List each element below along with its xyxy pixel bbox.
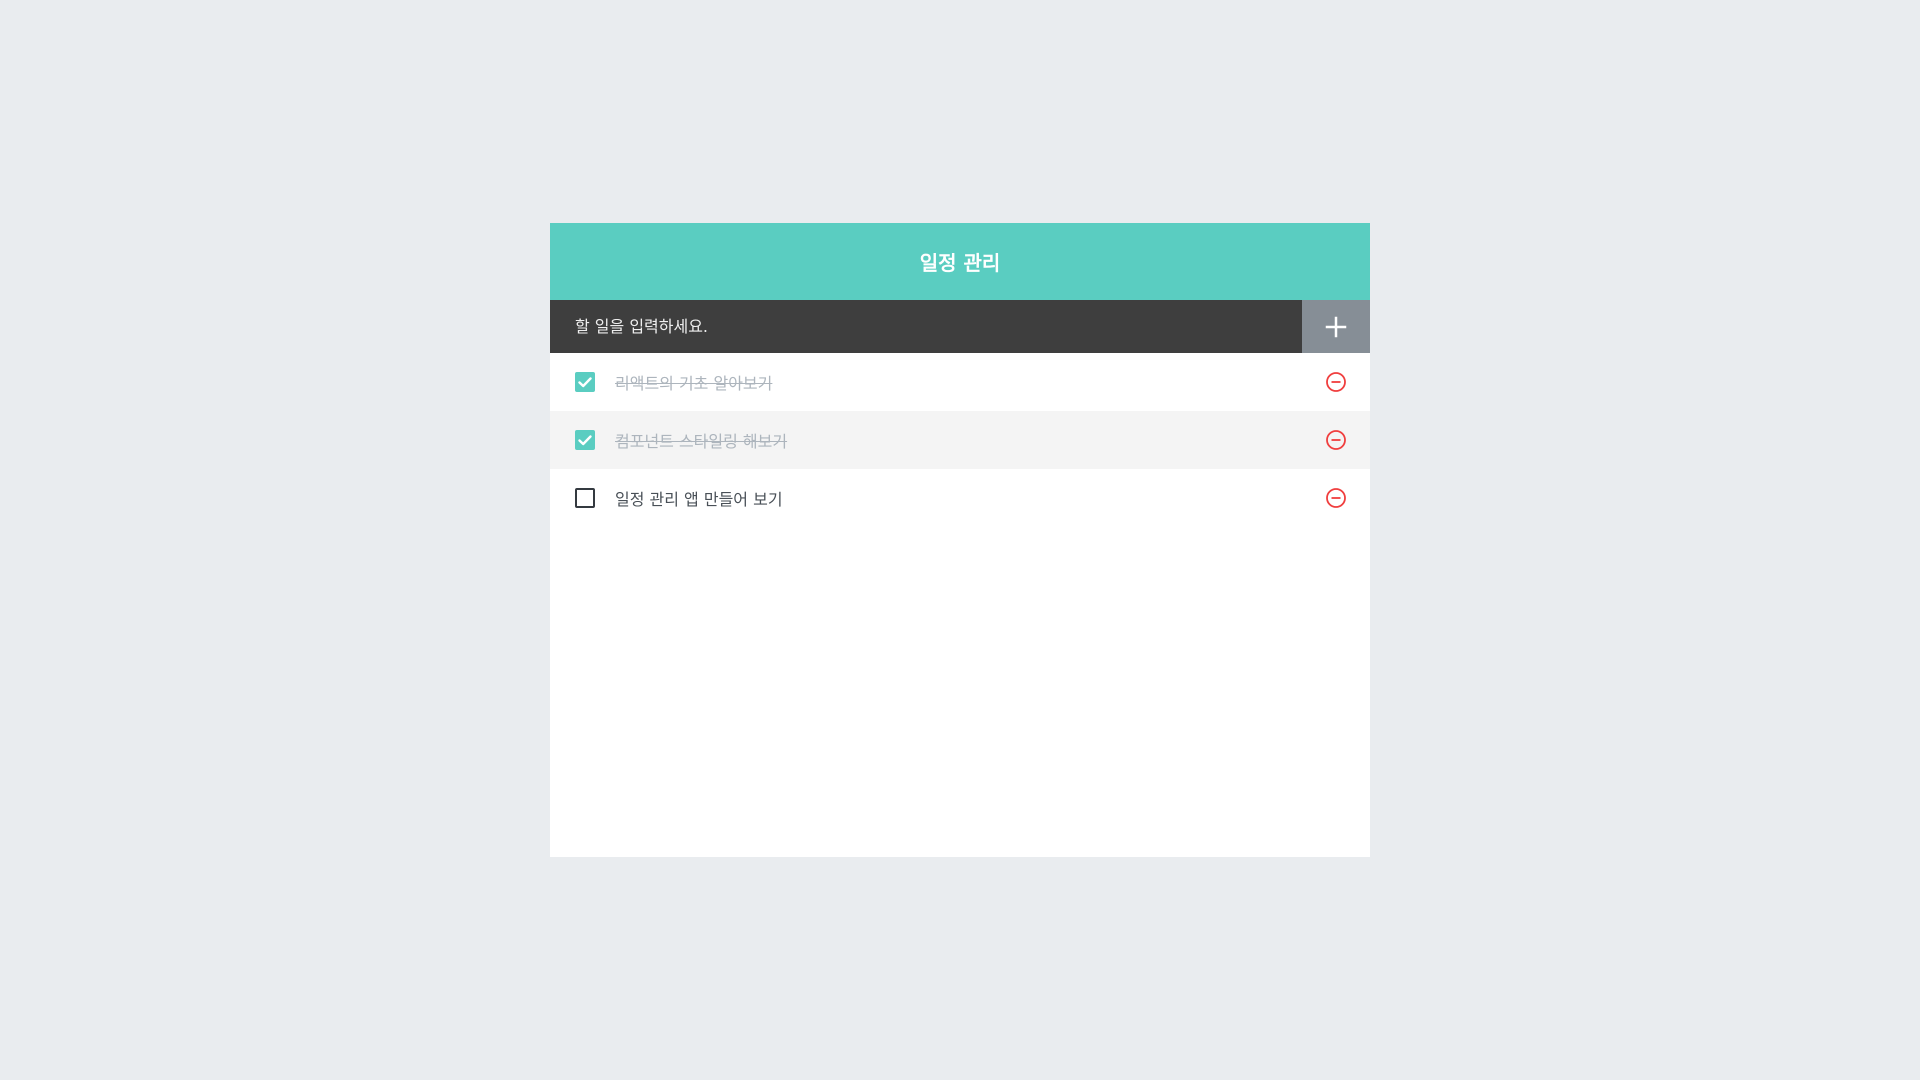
todo-text: 컴포넌트 스타일링 해보기 (615, 432, 788, 451)
checked-checkbox-icon[interactable] (575, 430, 595, 450)
todo-item: 일정 관리 앱 만들어 보기 (550, 469, 1370, 527)
app-title: 일정 관리 (550, 223, 1370, 300)
todo-checkbox-area[interactable]: 컴포넌트 스타일링 해보기 (575, 428, 1324, 452)
remove-todo-button[interactable] (1324, 428, 1348, 452)
plus-icon (1324, 315, 1348, 339)
todo-item: 컴포넌트 스타일링 해보기 (550, 411, 1370, 469)
checked-checkbox-icon[interactable] (575, 372, 595, 392)
todo-text: 일정 관리 앱 만들어 보기 (615, 490, 783, 509)
unchecked-checkbox-icon[interactable] (575, 488, 595, 508)
minus-circle-icon (1326, 430, 1346, 450)
remove-todo-button[interactable] (1324, 486, 1348, 510)
todo-list: 리액트의 기초 알아보기 컴포넌트 스타일링 해보기 일정 관리 앱 만들어 보… (550, 353, 1370, 857)
minus-circle-icon (1326, 372, 1346, 392)
todo-input[interactable] (550, 300, 1302, 353)
todo-checkbox-area[interactable]: 일정 관리 앱 만들어 보기 (575, 486, 1324, 510)
todo-item: 리액트의 기초 알아보기 (550, 353, 1370, 411)
minus-circle-icon (1326, 488, 1346, 508)
todo-template: 일정 관리 리액트의 기초 알아보기 (550, 223, 1370, 857)
remove-todo-button[interactable] (1324, 370, 1348, 394)
todo-checkbox-area[interactable]: 리액트의 기초 알아보기 (575, 370, 1324, 394)
add-todo-button[interactable] (1302, 300, 1370, 353)
todo-text: 리액트의 기초 알아보기 (615, 374, 773, 393)
todo-insert-form (550, 300, 1370, 353)
